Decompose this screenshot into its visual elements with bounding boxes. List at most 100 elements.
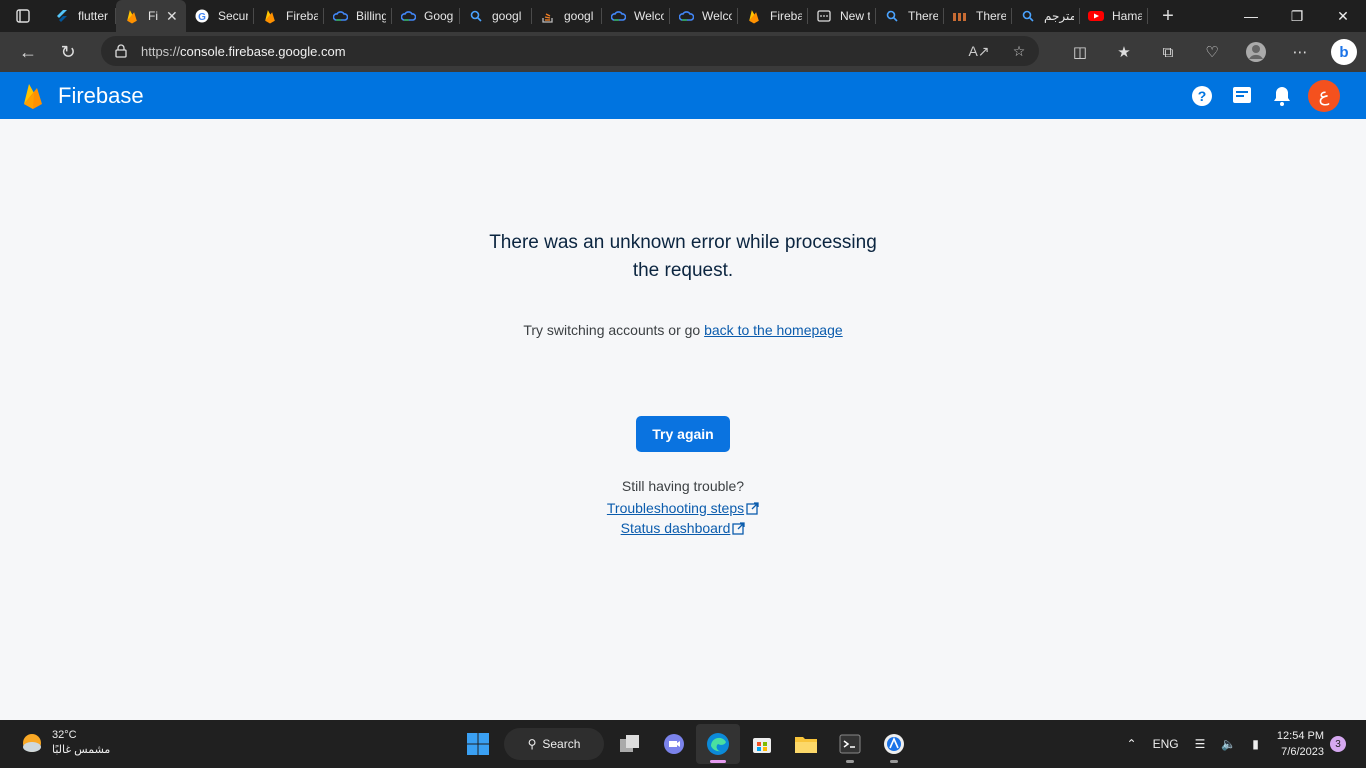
tab[interactable]: Fireba <box>254 0 324 32</box>
homepage-link[interactable]: back to the homepage <box>704 322 843 338</box>
tab[interactable]: googl <box>460 0 532 32</box>
android-studio-app[interactable] <box>872 724 916 764</box>
show-hidden-icons-button[interactable]: ⌃ <box>1119 737 1145 751</box>
tab[interactable]: Googl <box>392 0 460 32</box>
tab[interactable]: Billing <box>324 0 392 32</box>
folder-icon <box>795 737 817 753</box>
tab[interactable]: googl <box>532 0 602 32</box>
close-tab-icon[interactable]: ✕ <box>166 8 178 25</box>
weather-description: مشمس غالبًا <box>52 744 111 756</box>
bing-copilot-icon[interactable]: b <box>1322 32 1366 72</box>
notifications-button[interactable] <box>1262 72 1302 119</box>
firebase-header: Firebase ? ع <box>0 72 1366 119</box>
tab[interactable]: مترجم <box>1012 0 1080 32</box>
tab-title: googl <box>564 9 594 23</box>
tab[interactable]: Welco <box>670 0 738 32</box>
profile-icon[interactable] <box>1234 32 1278 72</box>
account-avatar[interactable]: ع <box>1308 79 1340 112</box>
search-icon <box>884 8 900 24</box>
favorites-icon[interactable]: ★ <box>1102 32 1146 72</box>
svg-text:b: b <box>1339 44 1348 61</box>
feedback-icon <box>1233 86 1251 103</box>
split-screen-icon[interactable]: ◫ <box>1058 32 1102 72</box>
browser-toolbar: ← ↻ https://console.firebase.google.com … <box>0 32 1366 72</box>
file-explorer-app[interactable] <box>784 724 828 764</box>
tab-title: Fireba <box>770 9 802 23</box>
external-link-icon <box>732 522 746 535</box>
restore-button[interactable]: ❐ <box>1274 0 1320 32</box>
tab[interactable]: Hama <box>1080 0 1148 32</box>
edge-browser-app[interactable] <box>696 724 740 764</box>
more-menu-icon[interactable]: ⋯ <box>1278 32 1322 72</box>
tab-active[interactable]: Fi ✕ <box>116 0 186 32</box>
back-button[interactable]: ← <box>8 32 48 72</box>
tab[interactable]: flutter <box>46 0 116 32</box>
taskbar: 32°C مشمس غالبًا ⚲ Search ⌃ ENG ☰ 🔈 ▮ 12… <box>0 720 1366 768</box>
tab-separator <box>1147 8 1148 24</box>
url-prefix: https:// <box>141 43 181 59</box>
store-app[interactable] <box>740 724 784 764</box>
date: 7/6/2023 <box>1281 746 1324 758</box>
help-icon: ? <box>1192 85 1212 106</box>
volume-icon[interactable]: 🔈 <box>1213 737 1244 751</box>
terminal-app[interactable] <box>828 724 872 764</box>
performance-icon[interactable]: ♡ <box>1190 32 1234 72</box>
tab[interactable]: New t <box>808 0 876 32</box>
wifi-icon[interactable]: ☰ <box>1187 737 1214 751</box>
task-view-button[interactable] <box>608 724 652 764</box>
tab-title: Hama <box>1112 9 1142 23</box>
edge-icon <box>707 733 729 755</box>
try-again-button[interactable]: Try again <box>636 416 730 452</box>
status-row: Status dashboard <box>483 518 883 538</box>
teams-chat-app[interactable] <box>652 724 696 764</box>
address-bar[interactable]: https://console.firebase.google.com A↗ ☆ <box>101 36 1039 66</box>
google-cloud-icon <box>610 8 626 24</box>
task-view-icon <box>620 735 639 752</box>
status-dashboard-link[interactable]: Status dashboard <box>621 520 731 536</box>
tab[interactable]: Welco <box>602 0 670 32</box>
tab[interactable]: G Securi <box>186 0 254 32</box>
language-indicator[interactable]: ENG <box>1145 737 1187 751</box>
taskbar-apps: ⚲ Search <box>456 724 916 764</box>
url-host: console.firebase.google.com <box>180 43 346 59</box>
svg-text:G: G <box>198 12 206 23</box>
clock[interactable]: 12:54 PM 7/6/2023 <box>1267 728 1330 760</box>
tab[interactable]: There <box>944 0 1012 32</box>
firebase-logo-icon[interactable] <box>22 82 44 110</box>
tab-strip: flutter Fi ✕ G Securi Fireba Billing Googl googl… <box>0 0 1366 32</box>
tab-title: Billing <box>356 9 386 23</box>
stackoverflow-icon <box>540 8 556 24</box>
help-links: Troubleshooting steps Status dashboard <box>483 498 883 538</box>
feedback-button[interactable] <box>1222 72 1262 119</box>
lock-icon[interactable] <box>101 44 141 58</box>
troubleshooting-link[interactable]: Troubleshooting steps <box>607 500 744 516</box>
system-tray: ⌃ ENG ☰ 🔈 ▮ 12:54 PM 7/6/2023 3 <box>1119 720 1366 768</box>
read-aloud-icon[interactable]: A↗ <box>959 43 999 60</box>
url-text[interactable]: https://console.firebase.google.com <box>141 44 346 59</box>
weather-sun-icon <box>23 734 41 752</box>
collections-icon[interactable]: ⧉ <box>1146 32 1190 72</box>
notification-badge[interactable]: 3 <box>1330 736 1346 752</box>
favorite-star-icon[interactable]: ☆ <box>999 43 1039 60</box>
brand-title[interactable]: Firebase <box>58 83 144 109</box>
tab-list: flutter Fi ✕ G Securi Fireba Billing Googl googl… <box>46 0 1148 32</box>
start-button[interactable] <box>456 724 500 764</box>
tab[interactable]: Fireba <box>738 0 808 32</box>
tab-title: There <box>976 9 1006 23</box>
help-button[interactable]: ? <box>1182 72 1222 119</box>
firebase-icon <box>124 8 140 24</box>
refresh-button[interactable]: ↻ <box>48 32 88 72</box>
taskbar-search[interactable]: ⚲ Search <box>504 728 604 760</box>
battery-icon[interactable]: ▮ <box>1244 737 1267 751</box>
weather-widget[interactable]: 32°C مشمس غالبًا <box>20 728 110 758</box>
minimize-button[interactable]: — <box>1228 0 1274 32</box>
new-tab-button[interactable]: + <box>1148 0 1188 32</box>
firebase-icon <box>262 8 278 24</box>
close-window-button[interactable]: ✕ <box>1320 0 1366 32</box>
tab[interactable]: There <box>876 0 944 32</box>
error-subtext: Try switching accounts or go back to the… <box>383 322 983 338</box>
youtube-icon <box>1088 8 1104 24</box>
tab-actions-button[interactable] <box>0 0 46 32</box>
running-indicator <box>890 760 898 763</box>
tab-title: Welco <box>634 9 664 23</box>
